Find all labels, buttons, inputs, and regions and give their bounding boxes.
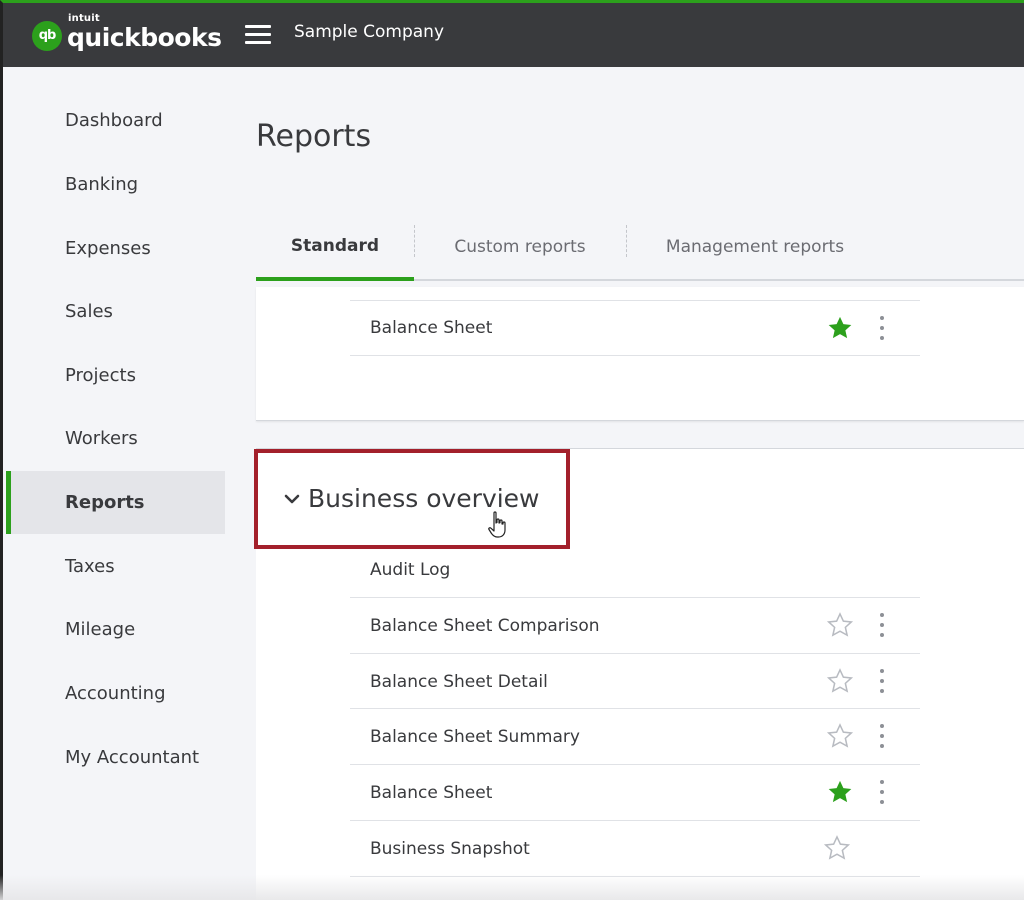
bottom-fade [0,875,1024,900]
report-link[interactable]: Balance Sheet Summary [370,727,580,747]
report-row-business-snapshot[interactable]: Business Snapshot [350,820,920,876]
tab-standard[interactable]: Standard [256,215,414,281]
quickbooks-logo[interactable]: qb intuit quickbooks [32,13,222,52]
star-outline-icon[interactable] [826,722,854,750]
star-outline-icon[interactable] [826,667,854,695]
star-outline-icon[interactable] [826,611,854,639]
sidebar-item-expenses[interactable]: Expenses [6,217,225,280]
report-row-balance-sheet[interactable]: Balance Sheet [350,764,920,820]
tab-management-reports[interactable]: Management reports [650,215,860,279]
logo-intuit-text: intuit [68,13,100,24]
sidebar-item-workers[interactable]: Workers [6,407,225,470]
logo-wordmark: intuit quickbooks [67,13,222,52]
more-options-icon[interactable] [878,613,886,637]
more-options-icon[interactable] [878,780,886,804]
page-title: Reports [256,119,372,154]
company-name: Sample Company [294,22,445,42]
report-row-balance-sheet-comparison[interactable]: Balance Sheet Comparison [350,597,920,653]
sidebar-item-dashboard[interactable]: Dashboard [6,89,225,152]
star-filled-icon[interactable] [826,778,854,806]
qb-logo-icon: qb [32,20,62,51]
sidebar-item-mileage[interactable]: Mileage [6,598,225,661]
tab-divider [414,225,415,257]
report-link[interactable]: Balance Sheet [370,783,492,803]
report-link[interactable]: Balance Sheet Detail [370,672,548,692]
report-row-balance-sheet-favorite[interactable]: Balance Sheet [350,300,920,356]
sidebar-item-reports[interactable]: Reports [6,471,225,534]
tab-divider [626,225,627,257]
report-link[interactable]: Audit Log [370,560,450,580]
more-options-icon[interactable] [878,669,886,693]
sidebar-item-my-accountant[interactable]: My Accountant [6,726,225,789]
sidebar-item-banking[interactable]: Banking [6,153,225,216]
more-options-icon[interactable] [878,724,886,748]
hamburger-menu-icon[interactable] [245,25,271,45]
report-link[interactable]: Balance Sheet [370,318,492,338]
sidebar-item-projects[interactable]: Projects [6,344,225,407]
star-filled-icon[interactable] [826,314,854,342]
star-outline-icon[interactable] [823,834,851,862]
sidebar: Dashboard Banking Expenses Sales Project… [0,67,240,900]
tab-custom-reports[interactable]: Custom reports [434,215,606,279]
pointer-hand-icon [488,511,506,538]
logo-name-text: quickbooks [67,23,222,52]
report-row-balance-sheet-detail[interactable]: Balance Sheet Detail [350,653,920,709]
report-row-balance-sheet-summary[interactable]: Balance Sheet Summary [350,708,920,764]
report-tabs: Standard Custom reports Management repor… [256,215,1024,281]
sidebar-item-accounting[interactable]: Accounting [6,662,225,725]
report-link[interactable]: Balance Sheet Comparison [370,616,600,636]
highlight-box [254,449,570,549]
sidebar-item-taxes[interactable]: Taxes [6,535,225,598]
more-options-icon[interactable] [878,316,886,340]
report-row-audit-log[interactable]: Audit Log [350,542,920,598]
top-bar: qb intuit quickbooks Sample Company [0,0,1024,67]
sidebar-item-sales[interactable]: Sales [6,280,225,343]
report-link[interactable]: Business Snapshot [370,839,530,859]
